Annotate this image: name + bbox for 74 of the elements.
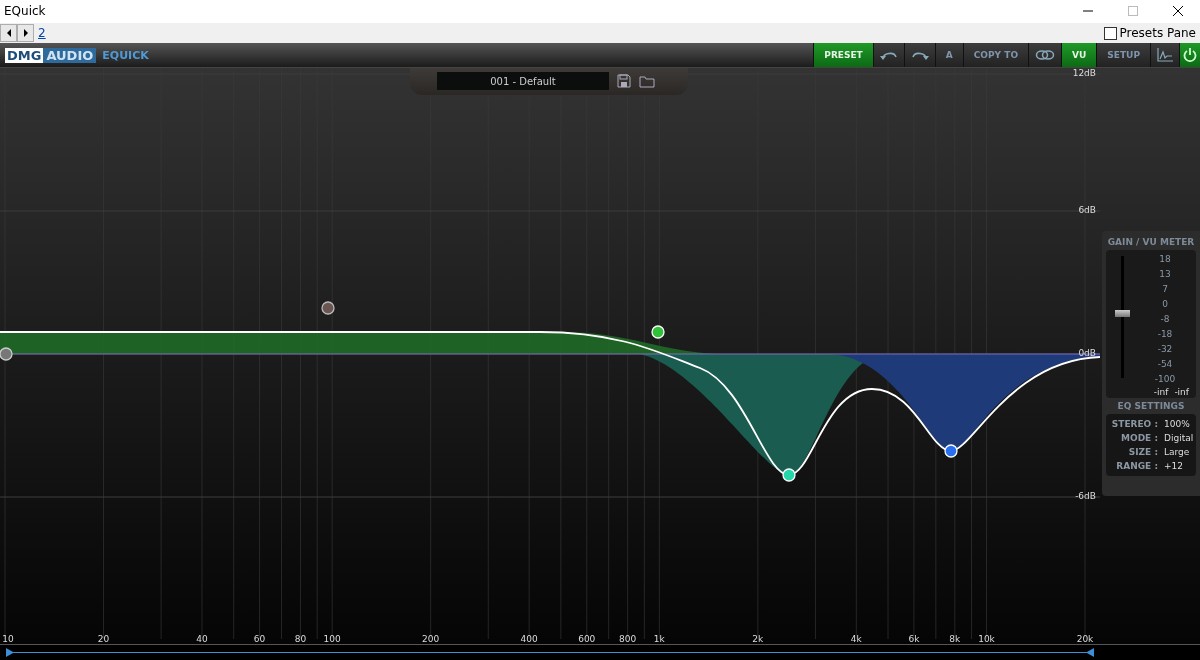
meter-reading: -inf xyxy=(1174,387,1189,398)
axis-label: 12dB xyxy=(1072,68,1096,78)
product-name: EQUICK xyxy=(102,48,149,62)
checkbox-label: Presets Pane xyxy=(1119,26,1196,40)
scale-label: 7 xyxy=(1162,283,1168,297)
scale-label: -32 xyxy=(1157,343,1173,357)
previous-button[interactable] xyxy=(0,24,17,42)
slider-thumb[interactable] xyxy=(1115,309,1130,317)
axis-label: 0dB xyxy=(1078,348,1096,358)
setting-value[interactable]: 100% xyxy=(1164,417,1190,432)
toolbar-button[interactable]: VU xyxy=(1061,43,1097,67)
toolbar-button[interactable]: PRESET xyxy=(813,43,873,67)
checkbox[interactable] xyxy=(1104,26,1118,40)
axis-label: 2k xyxy=(752,634,764,644)
analyzer-icon xyxy=(1157,48,1173,62)
setting-value[interactable]: Large xyxy=(1164,445,1190,460)
setting-label: MODE : xyxy=(1120,432,1158,446)
axis-label: 1k xyxy=(653,634,665,644)
axis-label: 4k xyxy=(850,634,862,644)
close-icon[interactable] xyxy=(1172,5,1184,18)
link-icon xyxy=(1035,50,1056,60)
folder-icon[interactable] xyxy=(639,75,655,88)
setting-label: RANGE : xyxy=(1115,460,1158,474)
link-button[interactable] xyxy=(1028,43,1062,67)
axis-label: 20k xyxy=(1076,634,1094,644)
axis-label: -6dB xyxy=(1075,491,1096,501)
axis-label: 800 xyxy=(619,634,637,644)
save-icon[interactable] xyxy=(617,74,631,89)
axis-label: 10 xyxy=(2,634,14,644)
scale-label: -54 xyxy=(1157,358,1173,372)
band-handle[interactable] xyxy=(321,301,335,315)
axis-label: 8k xyxy=(949,634,961,644)
eq-graph[interactable]: 12dB 6dB 0dB -6dB 10 20 40 60 80 100 200 400 600 800 1k 2k 4k 6k 8k 10k 20k 001 - Default xyxy=(0,68,1100,644)
axis-label: 6k xyxy=(908,634,920,644)
logo-text: DMG xyxy=(5,47,44,63)
axis-label: 40 xyxy=(196,634,208,644)
redo-button[interactable] xyxy=(903,43,935,67)
band-handle[interactable] xyxy=(0,347,13,361)
logo-text: AUDIO xyxy=(43,47,97,63)
scale-label: 0 xyxy=(1162,298,1168,312)
power-icon xyxy=(1183,48,1197,62)
axis-label: 200 xyxy=(422,634,440,644)
preset-name-field[interactable]: 001 - Default xyxy=(437,72,609,91)
setting-value[interactable]: Digital xyxy=(1164,431,1194,446)
power-button[interactable] xyxy=(1179,43,1200,67)
panel-title: GAIN / VU METER xyxy=(1107,237,1195,248)
undo-button[interactable] xyxy=(872,43,904,67)
left-caret-icon xyxy=(5,29,12,37)
meter-reading: -inf xyxy=(1153,387,1169,398)
setting-label: STEREO : xyxy=(1110,418,1158,432)
toolbar-button[interactable]: SETUP xyxy=(1096,43,1150,67)
axis-label: 80 xyxy=(294,634,307,644)
axis-label: 600 xyxy=(578,634,596,644)
right-caret-icon xyxy=(22,29,29,37)
axis-label: 10k xyxy=(978,634,995,644)
toolbar-button[interactable]: A xyxy=(934,43,963,67)
axis-label: 20 xyxy=(97,634,110,644)
axis-label: 60 xyxy=(253,634,266,644)
next-button[interactable] xyxy=(17,24,34,42)
window-title: EQuick xyxy=(4,4,46,19)
analyzer-button[interactable] xyxy=(1150,43,1179,67)
setting-label: SIZE : xyxy=(1127,446,1158,460)
panel-title: EQ SETTINGS xyxy=(1117,401,1185,412)
scale-label: 13 xyxy=(1159,268,1171,282)
setting-value[interactable]: +12 xyxy=(1164,459,1183,474)
axis-label: 400 xyxy=(520,634,538,644)
page-link[interactable]: 2 xyxy=(38,26,46,40)
scale-label: 18 xyxy=(1159,253,1171,267)
scale-label: -8 xyxy=(1160,313,1170,327)
axis-label: 100 xyxy=(323,634,341,644)
toolbar-button[interactable]: COPY TO xyxy=(962,43,1029,67)
axis-label: 6dB xyxy=(1078,205,1096,215)
scale-label: -18 xyxy=(1157,328,1173,342)
scale-label: -100 xyxy=(1154,373,1176,387)
